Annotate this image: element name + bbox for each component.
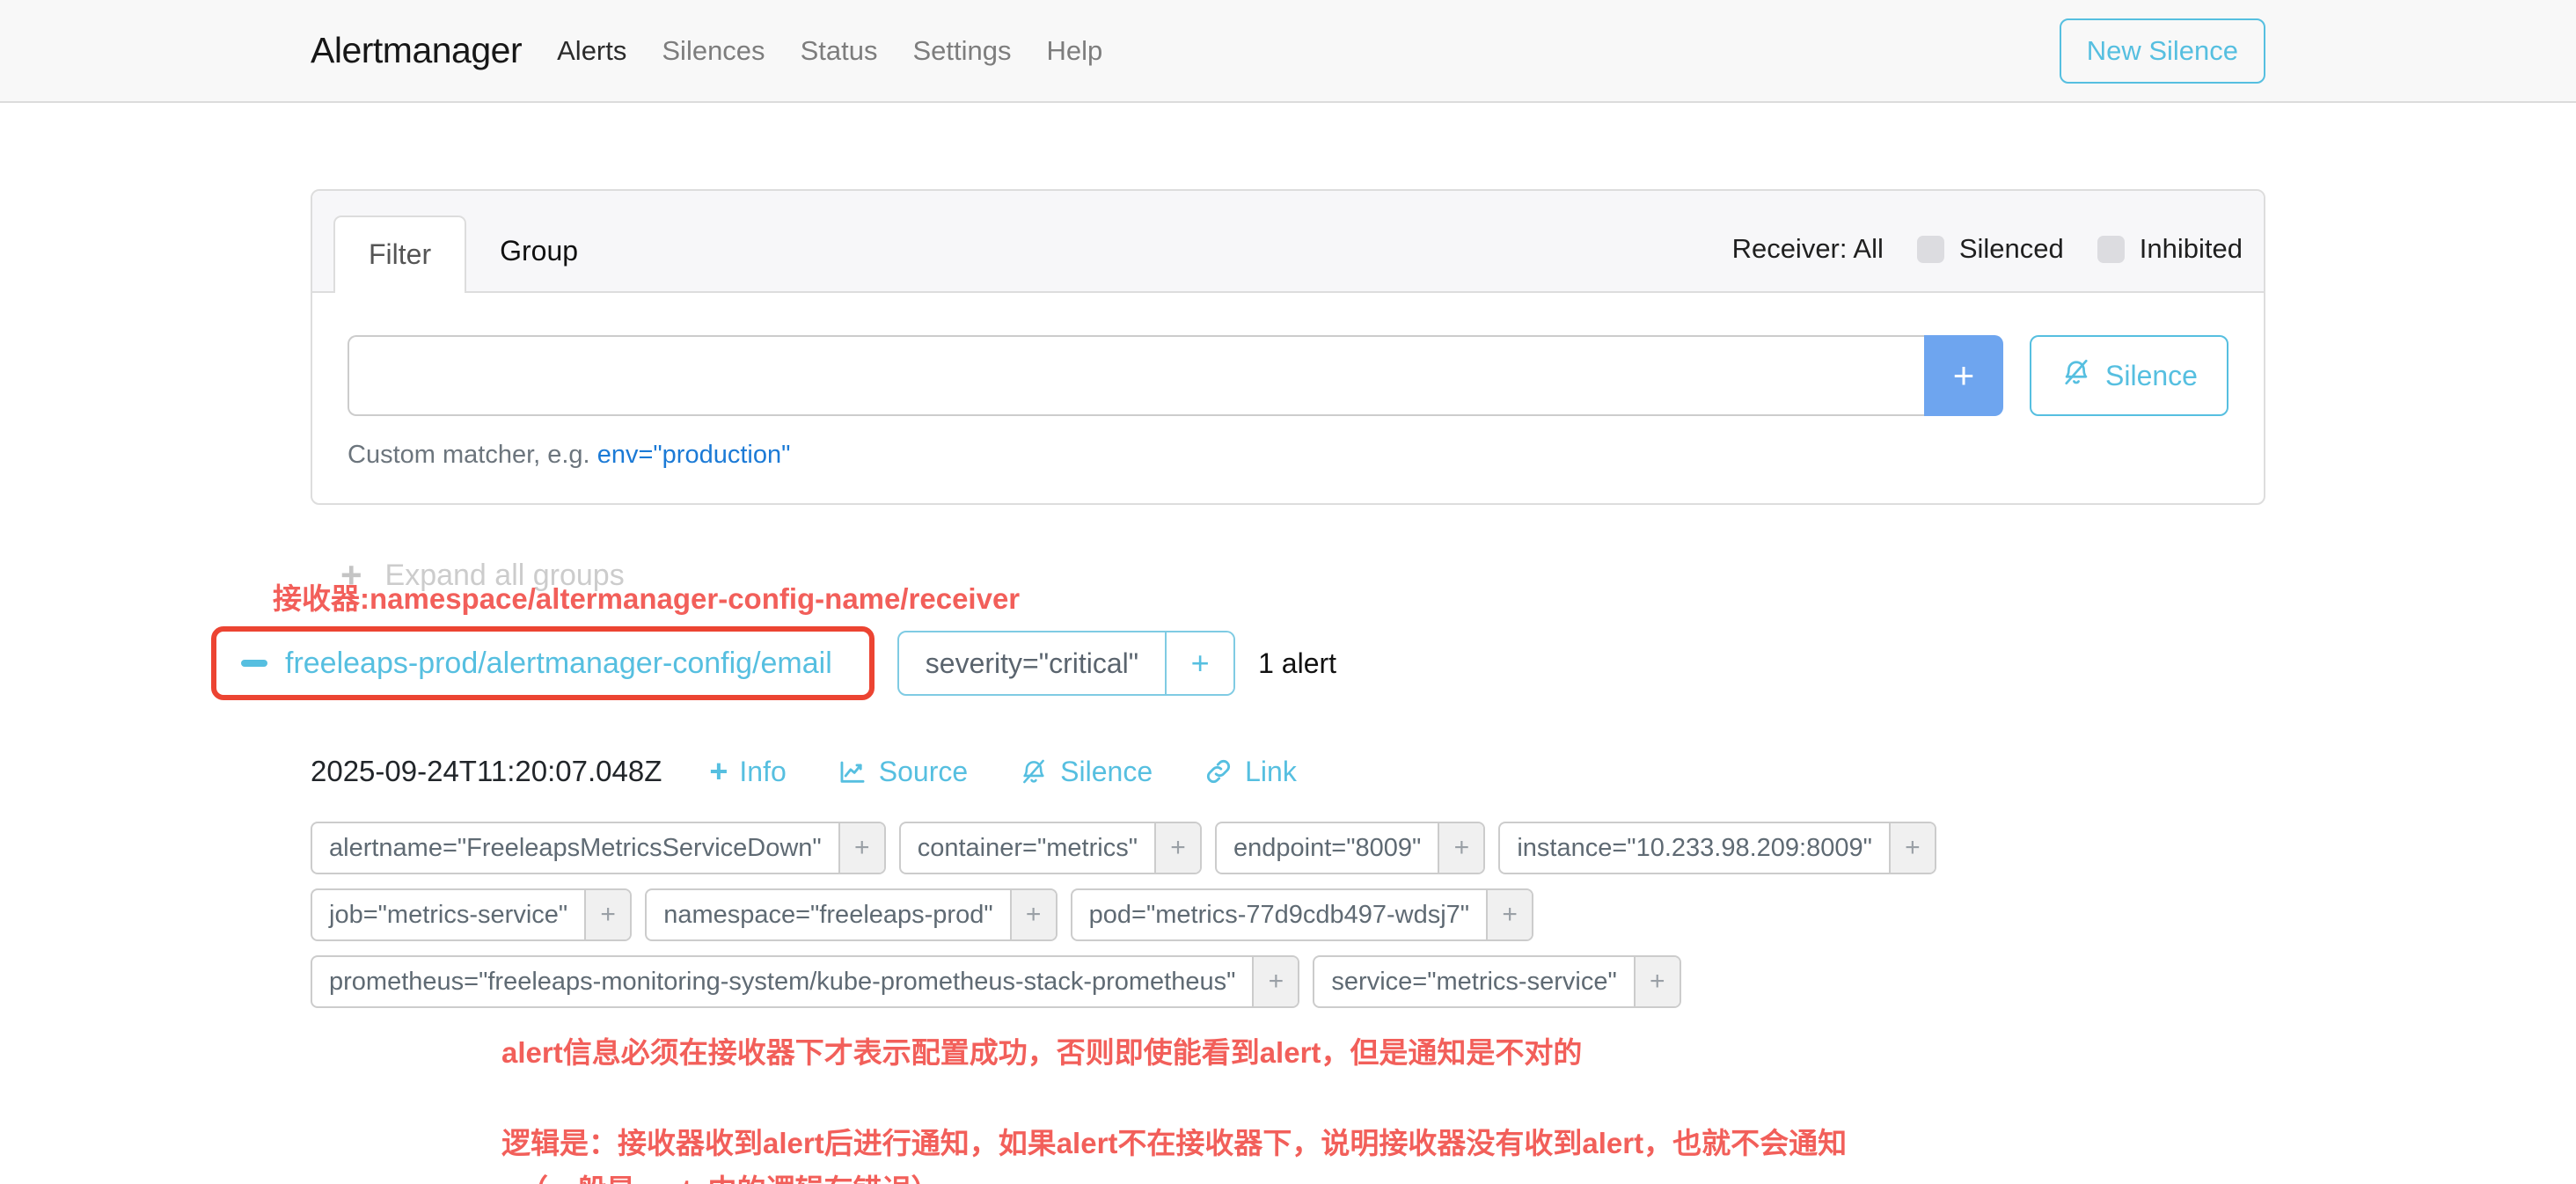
label-tag-text: endpoint="8009" [1217, 823, 1438, 873]
label-tag-add-button[interactable]: + [838, 823, 884, 873]
silence-button-label: Silence [2105, 360, 2198, 392]
label-tag: namespace="freeleaps-prod" + [645, 888, 1057, 941]
silenced-checkbox-pair[interactable]: Silenced [1917, 233, 2064, 265]
label-tag-add-button[interactable]: + [1010, 890, 1056, 939]
nav-item-status[interactable]: Status [801, 35, 878, 67]
alert-info-button[interactable]: + Info [709, 756, 786, 788]
annotation-line3: （一般是route中的逻辑有错误） [501, 1167, 2265, 1184]
app-brand[interactable]: Alertmanager [311, 30, 522, 71]
label-tag-add-button[interactable]: + [1634, 957, 1680, 1006]
alert-timestamp: 2025-09-24T11:20:07.048Z [311, 755, 662, 788]
label-tag: endpoint="8009" + [1215, 822, 1485, 874]
inhibited-label: Inhibited [2140, 233, 2243, 265]
alert-silence-label: Silence [1060, 756, 1153, 788]
label-tag: alertname="FreeleapsMetricsServiceDown" … [311, 822, 886, 874]
tab-group[interactable]: Group [466, 214, 611, 291]
label-tag-text: prometheus="freeleaps-monitoring-system/… [312, 957, 1252, 1006]
matcher-example-link[interactable]: env="production" [597, 441, 791, 469]
plus-icon: + [709, 756, 728, 787]
bell-slash-icon [2060, 356, 2092, 395]
alert-count: 1 alert [1258, 647, 1336, 680]
matcher-input[interactable] [348, 335, 1924, 416]
label-tag: container="metrics" + [899, 822, 1202, 874]
label-tag-text: namespace="freeleaps-prod" [647, 890, 1009, 939]
label-tag-add-button[interactable]: + [1154, 823, 1200, 873]
group-matcher-label: severity="critical" [899, 632, 1165, 694]
navbar: Alertmanager Alerts Silences Status Sett… [0, 0, 2576, 103]
matcher-help: Custom matcher, e.g. env="production" [348, 441, 2228, 470]
label-tag: pod="metrics-77d9cdb497-wdsj7" + [1071, 888, 1533, 941]
filter-card: Filter Group Receiver: All Silenced Inhi… [311, 189, 2265, 505]
annotation-block: 逻辑是：接收器收到alert后进行通知，如果alert不在接收器下，说明接收器没… [501, 1121, 2265, 1184]
annotation-line2: 逻辑是：接收器收到alert后进行通知，如果alert不在接收器下，说明接收器没… [501, 1121, 2265, 1167]
alert-link-button[interactable]: Link [1204, 756, 1297, 788]
silenced-checkbox[interactable] [1917, 236, 1944, 263]
silenced-label: Silenced [1959, 233, 2064, 265]
alert-source-link[interactable]: Source [838, 756, 968, 788]
inhibited-checkbox-pair[interactable]: Inhibited [2097, 233, 2243, 265]
label-tag-text: alertname="FreeleapsMetricsServiceDown" [312, 823, 838, 873]
label-tag-add-button[interactable]: + [1889, 823, 1935, 873]
label-tag-text: instance="10.233.98.209:8009" [1500, 823, 1889, 873]
silence-button[interactable]: Silence [2030, 335, 2228, 416]
label-tag-text: service="metrics-service" [1314, 957, 1633, 1006]
label-tag-add-button[interactable]: + [1486, 890, 1532, 939]
minus-icon [241, 660, 267, 667]
label-tag-text: container="metrics" [901, 823, 1154, 873]
alert-link-label: Link [1245, 756, 1297, 788]
tab-filter[interactable]: Filter [333, 216, 466, 293]
label-tag: instance="10.233.98.209:8009" + [1498, 822, 1936, 874]
label-tag-text: job="metrics-service" [312, 890, 584, 939]
nav-item-silences[interactable]: Silences [662, 35, 765, 67]
group-receiver-link[interactable]: freeleaps-prod/alertmanager-config/email [285, 647, 832, 681]
label-tag-add-button[interactable]: + [584, 890, 630, 939]
nav-item-settings[interactable]: Settings [912, 35, 1011, 67]
new-silence-button[interactable]: New Silence [2060, 18, 2265, 84]
filter-card-body: + Silence Custom matcher, e.g. env="prod [312, 293, 2264, 503]
label-tag: service="metrics-service" + [1313, 955, 1680, 1008]
nav-item-help[interactable]: Help [1046, 35, 1102, 67]
label-tag: prometheus="freeleaps-monitoring-system/… [311, 955, 1299, 1008]
nav-item-alerts[interactable]: Alerts [557, 35, 626, 67]
label-tag-text: pod="metrics-77d9cdb497-wdsj7" [1072, 890, 1486, 939]
label-tag-add-button[interactable]: + [1252, 957, 1298, 1006]
alert-labels: alertname="FreeleapsMetricsServiceDown" … [311, 822, 2265, 1008]
annotation-highlight-box: freeleaps-prod/alertmanager-config/email [211, 626, 875, 700]
link-icon [1204, 756, 1233, 786]
alert-info-label: Info [739, 756, 786, 788]
chart-line-icon [838, 756, 867, 786]
group-matcher: severity="critical" + [897, 631, 1235, 696]
group-matcher-add-button[interactable]: + [1165, 632, 1233, 694]
inhibited-checkbox[interactable] [2097, 236, 2125, 263]
receiver-selector[interactable]: Receiver: All [1732, 233, 1884, 265]
matcher-help-text: Custom matcher, e.g. [348, 441, 590, 469]
annotation-receiver-text: 接收器:namespace/altermanager-config-name/r… [273, 575, 1020, 618]
filter-card-header: Filter Group Receiver: All Silenced Inhi… [312, 191, 2264, 293]
alert-source-label: Source [879, 756, 968, 788]
label-tag: job="metrics-service" + [311, 888, 632, 941]
alert-item: 2025-09-24T11:20:07.048Z + Info Source [311, 755, 2265, 1008]
annotation-line1: alert信息必须在接收器下才表示配置成功，否则即使能看到alert，但是通知是… [501, 1029, 2265, 1071]
label-tag-add-button[interactable]: + [1438, 823, 1483, 873]
alert-silence-button[interactable]: Silence [1019, 756, 1153, 788]
add-matcher-button[interactable]: + [1924, 335, 2003, 416]
bell-slash-icon [1019, 756, 1049, 786]
